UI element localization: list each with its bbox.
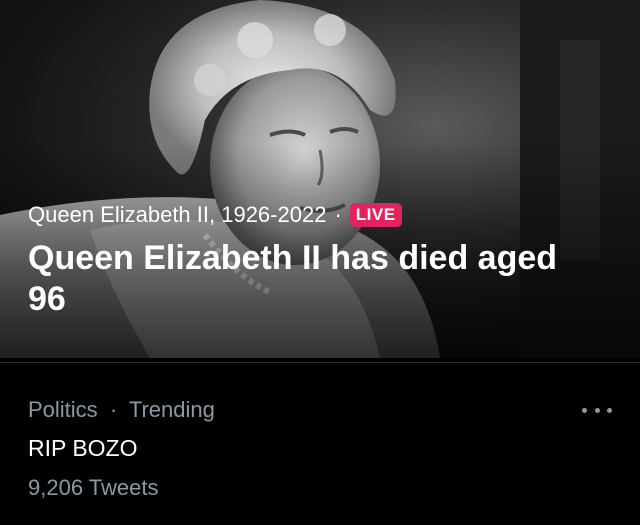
trend-status: Trending: [128, 397, 215, 422]
news-hero-card[interactable]: Queen Elizabeth II, 1926-2022 · LIVE Que…: [0, 0, 640, 358]
trend-context-line: Politics · Trending: [28, 397, 215, 423]
trend-category: Politics: [28, 397, 98, 422]
more-dot: [607, 407, 612, 413]
live-badge: LIVE: [349, 203, 402, 227]
hero-meta-line: Queen Elizabeth II, 1926-2022 · LIVE: [28, 200, 588, 230]
hero-separator: ·: [334, 202, 342, 227]
section-divider: [0, 362, 640, 363]
more-dot: [594, 407, 600, 413]
trend-item[interactable]: Politics · Trending RIP BOZO 9,206 Tweet…: [0, 364, 640, 525]
more-dot: [582, 407, 587, 413]
trend-tweet-count: 9,206 Tweets: [28, 475, 159, 500]
trend-title: RIP BOZO: [28, 435, 138, 461]
hero-topic: Queen Elizabeth II, 1926-2022: [28, 202, 327, 227]
hero-headline[interactable]: Queen Elizabeth II has died aged 96: [28, 238, 568, 320]
more-horizontal-icon[interactable]: [582, 400, 612, 420]
trend-separator: ·: [109, 397, 118, 422]
hero-text-block: Queen Elizabeth II, 1926-2022 · LIVE Que…: [28, 200, 588, 320]
